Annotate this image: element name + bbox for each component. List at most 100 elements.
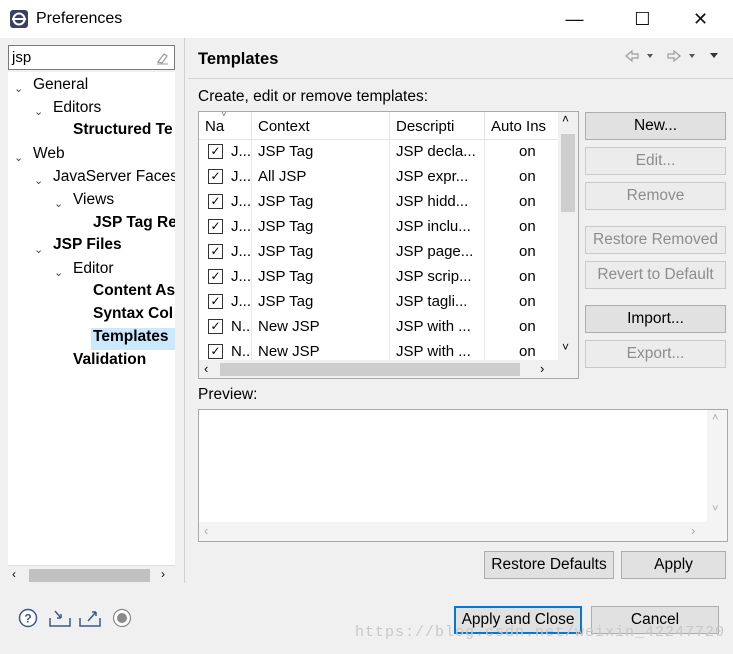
row-checkbox[interactable]: ✓ [208,269,223,284]
row-checkbox[interactable]: ✓ [208,244,223,259]
tree-node-views[interactable]: Views [73,191,114,213]
tree-node-jsp-files[interactable]: JSP Files [53,236,122,258]
expanded-arrow-icon[interactable]: ⌄ [54,197,66,210]
row-checkbox[interactable]: ✓ [208,344,223,359]
column-header-auto-insert[interactable]: Auto Ins [485,112,559,140]
cell-description: JSP scrip... [390,265,485,290]
tree-node-structured-text[interactable]: Structured Te [73,121,173,143]
history-navigation[interactable] [624,48,724,64]
export-button[interactable]: Export... [585,340,726,368]
row-checkbox[interactable]: ✓ [208,194,223,209]
preview-text-area[interactable]: ˄ ˅ ‹ › [198,409,728,542]
export-preferences-icon[interactable] [78,608,102,628]
expanded-arrow-icon[interactable]: ⌄ [14,151,26,164]
cell-context: JSP Tag [252,265,390,290]
tree-node-javaserver-faces[interactable]: JavaServer Faces [53,168,175,190]
expanded-arrow-icon[interactable]: ⌄ [34,243,46,256]
scroll-left-icon[interactable]: ‹ [204,523,208,538]
cell-context: JSP Tag [252,240,390,265]
table-row[interactable]: ✓ J... JSP Tag JSP page... on [199,240,559,265]
preview-horizontal-scrollbar[interactable]: ‹ › [199,522,727,541]
cell-name: ✓ N... [199,315,252,340]
scroll-up-icon[interactable]: ˄ [712,412,718,424]
column-header-description[interactable]: Descripti [390,112,485,140]
scrollbar-thumb[interactable] [561,134,575,212]
cell-name: ✓ J... [199,165,252,190]
apply-button[interactable]: Apply [621,551,726,579]
row-checkbox[interactable]: ✓ [208,294,223,309]
tree-horizontal-scrollbar[interactable]: ‹ › [8,565,175,584]
import-button[interactable]: Import... [585,305,726,333]
row-checkbox[interactable]: ✓ [208,144,223,159]
tree-node-templates[interactable]: Templates [91,328,175,350]
scroll-left-icon[interactable]: ‹ [204,361,208,376]
table-horizontal-scrollbar[interactable]: ‹ › [199,360,578,378]
row-checkbox[interactable]: ✓ [208,219,223,234]
watermark: https://blog.csdn.net/weixin_42247720 [355,624,726,641]
row-checkbox[interactable]: ✓ [208,319,223,334]
scroll-down-icon[interactable]: ˅ [712,503,718,515]
maximize-button[interactable]: ☐ [620,2,665,36]
restore-defaults-button[interactable]: Restore Defaults [484,551,614,579]
scroll-down-icon[interactable]: ˅ [562,340,569,354]
expanded-arrow-icon[interactable]: ⌄ [14,82,26,95]
cell-context: New JSP [252,315,390,340]
minimize-icon: — [565,8,584,29]
tree-node-jsp-tag[interactable]: JSP Tag Re [93,214,175,236]
cell-name-text: N... [231,343,251,360]
new-template-button[interactable]: New... [585,112,726,140]
filter-input[interactable]: jsp [8,45,175,70]
filter-text: jsp [12,49,32,66]
cell-description: JSP decla... [390,140,485,165]
revert-to-default-button[interactable]: Revert to Default [585,261,726,289]
import-preferences-icon[interactable] [48,608,72,628]
expanded-arrow-icon[interactable]: ⌄ [34,105,46,118]
edit-template-button[interactable]: Edit... [585,147,726,175]
cell-name: ✓ J... [199,190,252,215]
table-row[interactable]: ✓ J... JSP Tag JSP hidd... on [199,190,559,215]
restore-removed-button[interactable]: Restore Removed [585,226,726,254]
scroll-right-icon[interactable]: › [691,523,695,538]
panel-splitter[interactable] [184,38,185,583]
tree-node-general[interactable]: General [33,76,88,98]
tree-node-editors[interactable]: Editors [53,99,101,121]
close-button[interactable]: ✕ [678,2,723,36]
tree-node-validation[interactable]: Validation [73,351,146,373]
tree-node-editor[interactable]: Editor [73,260,114,282]
scroll-right-icon[interactable]: › [161,567,165,581]
maximize-icon: ☐ [634,8,651,29]
preference-tree[interactable]: ⌄ General ⌄ Editors Structured Te ⌄ Web … [8,72,175,568]
preview-vertical-scrollbar[interactable]: ˄ ˅ [707,410,727,523]
scroll-up-icon[interactable]: ˄ [562,112,569,126]
help-icon[interactable]: ? [18,608,38,628]
table-row[interactable]: ✓ J... All JSP JSP expr... on [199,165,559,190]
cell-description: JSP page... [390,240,485,265]
expanded-arrow-icon[interactable]: ⌄ [34,174,46,187]
table-row[interactable]: ✓ J... JSP Tag JSP decla... on [199,140,559,165]
scrollbar-thumb[interactable] [29,569,150,582]
column-header-name[interactable]: Na ˅ [199,112,252,140]
scroll-left-icon[interactable]: ‹ [12,567,16,581]
minimize-button[interactable]: — [552,2,597,36]
table-row[interactable]: ✓ J... JSP Tag JSP inclu... on [199,215,559,240]
remove-template-button[interactable]: Remove [585,182,726,210]
cell-name-text: J... [231,243,252,260]
table-row[interactable]: ✓ N...New JSPJSP with ...on [199,315,559,340]
column-header-context[interactable]: Context [252,112,390,140]
expanded-arrow-icon[interactable]: ⌄ [54,266,66,279]
tree-node-content-assist[interactable]: Content As [93,282,175,304]
scrollbar-thumb[interactable] [220,363,520,376]
table-row[interactable]: ✓ J... JSP Tag JSP tagli... on [199,290,559,315]
table-row[interactable]: ✓ J... JSP Tag JSP scrip... on [199,265,559,290]
templates-table[interactable]: Na ˅ Context Descripti Auto Ins ✓ J... JSP… [198,111,579,379]
row-checkbox[interactable]: ✓ [208,169,223,184]
tree-node-syntax-coloring[interactable]: Syntax Col [93,305,173,327]
record-icon[interactable] [112,608,132,628]
scroll-right-icon[interactable]: › [540,361,544,376]
bottom-toolbar: ? [18,608,138,630]
cell-auto-insert: on [485,290,559,315]
view-menu-icon [710,53,718,58]
tree-node-web[interactable]: Web [33,145,65,167]
eraser-icon[interactable] [154,50,170,66]
table-vertical-scrollbar[interactable]: ˄ ˅ [558,112,578,360]
